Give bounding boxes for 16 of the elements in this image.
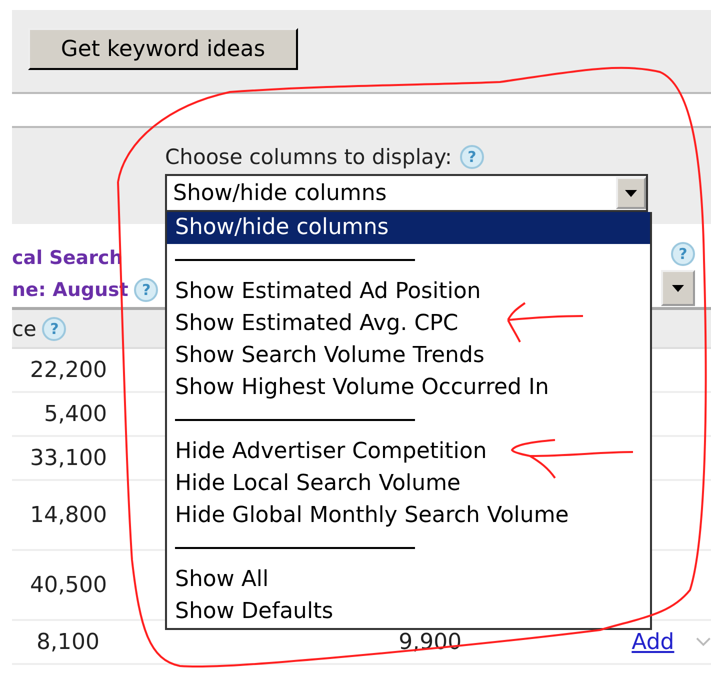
caret-icon	[625, 190, 637, 196]
chevron-icon	[696, 637, 711, 647]
dropdown-option[interactable]: Show/hide columns	[167, 212, 650, 244]
table-cell-text: 22,200	[29, 358, 107, 382]
get-ideas-button[interactable]: Get keyword ideas	[28, 28, 298, 70]
table-cell-text: 8,100	[36, 630, 100, 654]
dropdown-arrow-button[interactable]	[661, 270, 695, 306]
table-cell-text: 5,400	[43, 402, 107, 426]
table-cell-text: 14,800	[29, 502, 107, 528]
columns-select[interactable]: Show/hide columns	[165, 174, 648, 212]
columns-label: Choose columns to display:	[165, 145, 452, 169]
column-header: ce	[12, 316, 36, 340]
table-cell-text: 40,500	[29, 572, 107, 598]
caret-icon	[672, 284, 684, 292]
add-link[interactable]: Add	[632, 630, 674, 654]
table-cell-text: 33,100	[29, 446, 107, 470]
